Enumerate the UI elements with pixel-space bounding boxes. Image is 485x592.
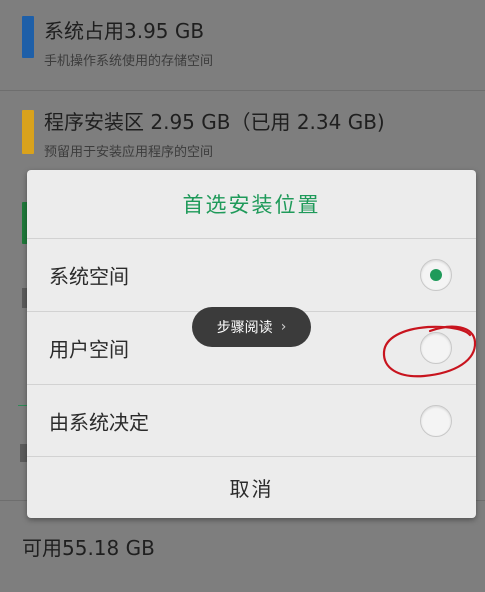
red-circle-annotation xyxy=(382,325,477,378)
